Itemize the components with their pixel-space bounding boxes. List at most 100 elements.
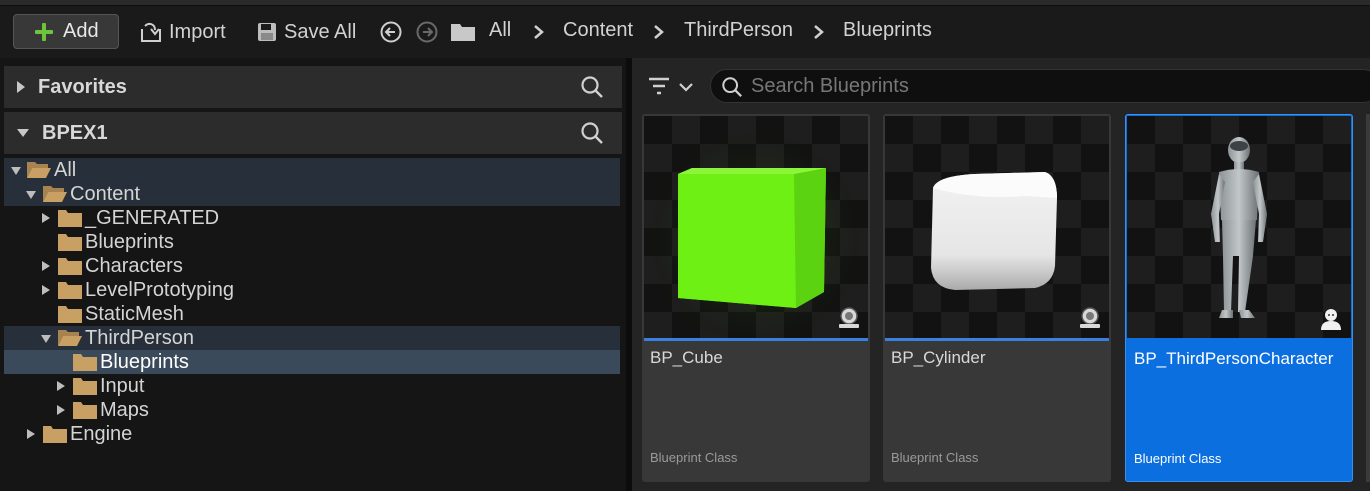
tree-item-content[interactable]: Content [4,182,620,206]
tree-item-generated[interactable]: _GENERATED [4,206,620,230]
breadcrumb-all[interactable]: All [489,19,511,42]
folder-icon [58,234,82,251]
import-button[interactable]: Import [139,18,226,46]
project-header[interactable]: BPEX1 [4,112,622,154]
breadcrumb-blueprints[interactable]: Blueprints [843,19,932,42]
caret-right-icon[interactable] [40,260,52,272]
tree-item-levelprototyping[interactable]: LevelPrototyping [4,278,620,302]
import-button-label: Import [169,20,226,43]
chevron-right-icon[interactable] [812,20,826,44]
save-all-button-label: Save All [284,20,357,43]
tree-item-input[interactable]: Input [4,374,620,398]
tree-item-label: Engine [70,423,133,445]
favorites-title: Favorites [38,75,127,98]
caret-down-icon[interactable] [25,189,37,201]
cube-thumbnail [644,116,868,338]
tree-item-label: Blueprints [100,351,189,373]
tree-item-engine[interactable]: Engine [4,422,620,446]
caret-right-icon [17,81,25,93]
caret-down-icon[interactable] [10,165,22,177]
tree-item-label: Blueprints [85,231,174,253]
chevron-right-icon[interactable] [532,20,546,44]
tree-item-label: All [54,159,77,181]
tree-item-blueprints[interactable]: Blueprints [4,230,620,254]
asset-name: BP_ThirdPersonCharacter [1134,349,1334,368]
asset-tile-bp-cube[interactable]: BP_Cube Blueprint Class [642,114,870,482]
sources-panel: Favorites BPEX1 All Content _GENERATED B [0,58,630,491]
pawn-icon [839,307,859,328]
save-icon [258,23,276,41]
cylinder-thumbnail [931,172,1057,290]
tree-item-thirdperson-blueprints[interactable]: Blueprints [4,350,620,374]
asset-type: Blueprint Class [650,450,738,465]
asset-type: Blueprint Class [891,450,979,465]
caret-right-icon[interactable] [25,428,37,440]
folder-icon [58,210,82,227]
favorites-header[interactable]: Favorites [4,66,622,108]
folder-icon [73,378,97,395]
caret-right-icon[interactable] [55,404,67,416]
breadcrumb-content[interactable]: Content [563,19,633,42]
folder-icon [73,354,97,371]
folder-icon [58,282,82,299]
add-button[interactable]: Add [13,14,119,49]
asset-type-bar [885,338,1109,341]
chevron-right-icon[interactable] [652,20,666,44]
asset-tile-bp-cylinder[interactable]: BP_Cylinder Blueprint Class [883,114,1111,482]
pawn-icon [1080,307,1100,328]
folder-icon [58,258,82,275]
forward-arrow-icon[interactable] [416,21,438,43]
import-icon [141,22,161,42]
tree-item-maps[interactable]: Maps [4,398,620,422]
tree-item-label: ThirdPerson [85,327,194,349]
next-tile-edge [1366,114,1370,482]
open-folder-icon [27,162,51,178]
save-all-button[interactable]: Save All [256,18,356,46]
character-icon [1321,309,1341,330]
folder-icon [58,306,82,323]
asset-view-panel: BP_Cube Blueprint Class [632,58,1370,491]
search-icon[interactable] [580,75,604,99]
project-title: BPEX1 [42,121,108,144]
breadcrumb-thirdperson[interactable]: ThirdPerson [684,19,793,42]
tree-item-label: Characters [85,255,183,277]
asset-search-input[interactable] [751,74,1351,98]
asset-thumbnail [885,116,1109,338]
asset-type: Blueprint Class [1134,451,1222,466]
tree-item-staticmesh[interactable]: StaticMesh [4,302,620,326]
caret-right-icon[interactable] [40,284,52,296]
tree-item-label: _GENERATED [85,207,220,229]
tree-item-label: Content [70,183,141,205]
tree-item-all[interactable]: All [4,158,620,182]
caret-down-icon [17,129,29,137]
search-icon[interactable] [580,121,604,145]
tree-item-thirdperson[interactable]: ThirdPerson [4,326,620,350]
folder-icon[interactable] [450,21,476,43]
asset-thumbnail [1127,116,1351,338]
caret-down-icon[interactable] [40,333,52,345]
tree-item-label: LevelPrototyping [85,279,234,301]
caret-right-icon[interactable] [40,212,52,224]
add-button-label: Add [63,20,99,42]
folder-icon [73,402,97,419]
asset-thumbnail [644,116,868,338]
tree-item-label: Maps [100,399,149,421]
tree-item-label: Input [100,375,145,397]
tree-item-label: StaticMesh [85,303,184,325]
tree-item-characters[interactable]: Characters [4,254,620,278]
asset-name: BP_Cylinder [891,348,986,367]
plus-icon [34,22,54,42]
asset-tile-bp-thirdpersoncharacter[interactable]: BP_ThirdPersonCharacter Blueprint Class [1125,114,1353,482]
asset-name: BP_Cube [650,348,723,367]
asset-search-box[interactable] [710,69,1370,103]
open-folder-icon [43,186,67,202]
asset-type-bar [644,338,868,341]
filter-icon[interactable] [646,74,696,100]
open-folder-icon [58,330,82,346]
content-browser-toolbar: Add Import Save All All Content ThirdPer… [0,6,1370,58]
character-thumbnail [1211,137,1267,318]
caret-right-icon[interactable] [55,380,67,392]
back-arrow-icon[interactable] [380,21,402,43]
folder-icon [43,426,67,443]
search-icon [722,77,742,97]
